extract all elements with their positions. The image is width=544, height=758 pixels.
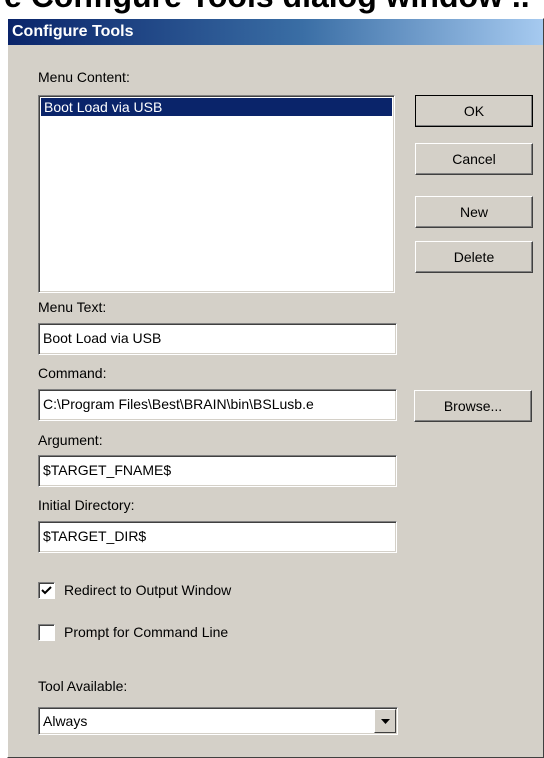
argument-label: Argument: <box>38 432 103 448</box>
header-crop: e Configure Tools dialog window .. <box>0 0 544 18</box>
menu-content-list[interactable]: Boot Load via USB <box>38 95 395 293</box>
header-crop-text: e Configure Tools dialog window .. <box>4 0 530 15</box>
tool-available-value: Always <box>43 713 88 729</box>
configure-tools-dialog: Configure Tools Menu Content: Boot Load … <box>7 18 544 758</box>
browse-button[interactable]: Browse... <box>414 390 532 422</box>
menu-content-label: Menu Content: <box>38 69 130 85</box>
argument-field[interactable]: $TARGET_FNAME$ <box>38 455 397 487</box>
tool-available-select[interactable]: Always <box>38 707 398 735</box>
ok-button[interactable]: OK <box>415 95 533 127</box>
new-button[interactable]: New <box>415 196 533 228</box>
checkmark-icon <box>41 586 52 595</box>
menu-text-field[interactable]: Boot Load via USB <box>38 323 397 355</box>
delete-button[interactable]: Delete <box>415 241 533 273</box>
initial-directory-label: Initial Directory: <box>38 497 135 513</box>
dropdown-button[interactable] <box>374 709 396 733</box>
redirect-label[interactable]: Redirect to Output Window <box>64 582 231 598</box>
prompt-checkbox[interactable] <box>38 624 55 641</box>
initial-directory-field[interactable]: $TARGET_DIR$ <box>38 521 397 553</box>
cancel-button[interactable]: Cancel <box>415 143 533 175</box>
list-item[interactable]: Boot Load via USB <box>41 98 392 116</box>
command-label: Command: <box>38 365 107 381</box>
tool-available-label: Tool Available: <box>38 678 128 694</box>
prompt-label[interactable]: Prompt for Command Line <box>64 624 228 640</box>
dialog-title[interactable]: Configure Tools <box>8 19 543 45</box>
redirect-checkbox[interactable] <box>38 582 55 599</box>
command-field[interactable]: C:\Program Files\Best\BRAIN\bin\BSLusb.e <box>38 389 397 421</box>
chevron-down-icon <box>381 719 390 724</box>
menu-text-label: Menu Text: <box>38 299 107 315</box>
